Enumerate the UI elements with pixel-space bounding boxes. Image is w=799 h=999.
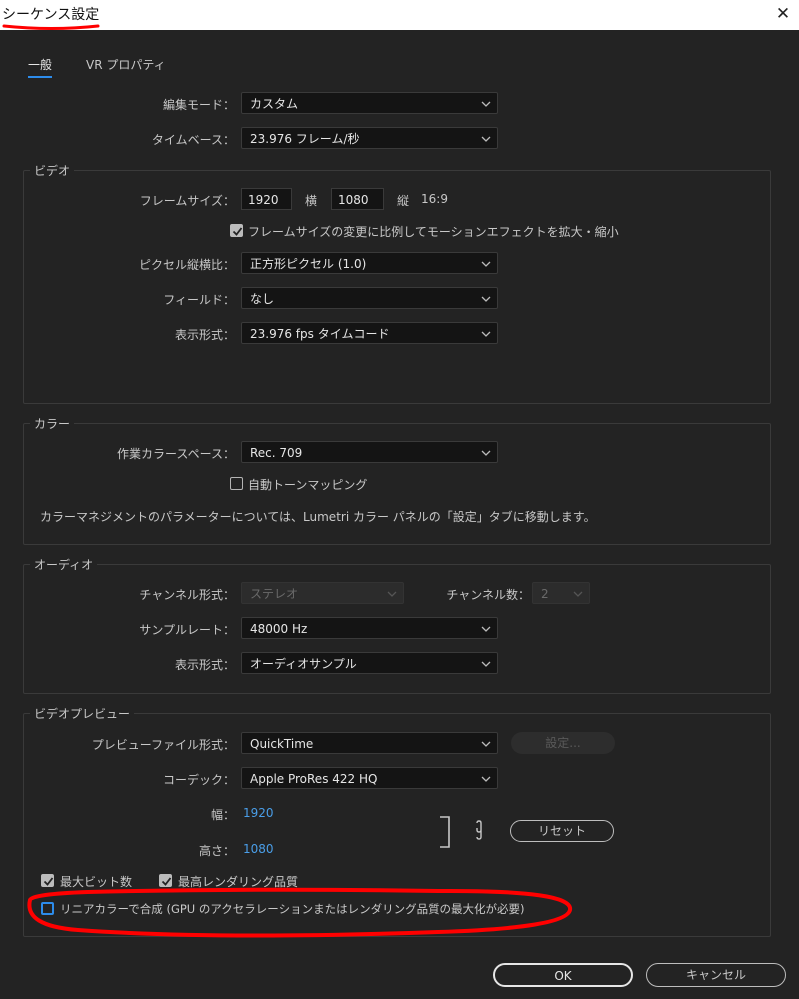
reset-button[interactable]: リセット [510, 820, 614, 842]
chevron-down-icon [481, 626, 491, 632]
working-color-space-label: 作業カラースペース： [117, 447, 235, 461]
scale-motion-checkbox[interactable] [230, 224, 243, 237]
preview-width-value[interactable]: 1920 [243, 806, 274, 820]
chevron-down-icon [387, 591, 397, 597]
vertical-label: 縦 [397, 194, 410, 208]
channel-count-value: 2 [541, 587, 549, 601]
video-display-format-dropdown[interactable]: 23.976 fps タイムコード [241, 322, 498, 344]
scale-motion-label[interactable]: フレームサイズの変更に比例してモーションエフェクトを拡大・縮小 [248, 223, 619, 240]
chevron-down-icon [481, 261, 491, 267]
preview-height-label: 高さ： [198, 844, 235, 858]
pixel-aspect-label: ピクセル縦横比： [138, 258, 235, 272]
audio-display-format-dropdown[interactable]: オーディオサンプル [241, 652, 498, 674]
frame-size-label: フレームサイズ： [139, 194, 235, 208]
fields-value: なし [250, 292, 275, 306]
ok-button[interactable]: OK [493, 963, 633, 987]
horizontal-label: 横 [305, 194, 318, 208]
video-preview-group-title: ビデオプレビュー [30, 705, 135, 722]
codec-value: Apple ProRes 422 HQ [250, 772, 378, 786]
preview-width-label: 幅： [210, 808, 235, 822]
audio-display-format-label: 表示形式： [174, 658, 235, 672]
audio-display-format-value: オーディオサンプル [250, 657, 357, 671]
timebase-dropdown[interactable]: 23.976 フレーム/秒 [241, 127, 498, 149]
channel-format-value: ステレオ [250, 587, 299, 601]
aspect-ratio-text: 16:9 [421, 192, 448, 206]
frame-width-input[interactable]: 1920 [241, 188, 292, 210]
auto-tone-mapping-checkbox[interactable] [230, 477, 243, 490]
timebase-label: タイムベース： [151, 133, 235, 147]
channel-format-label: チャンネル形式： [139, 588, 235, 602]
chevron-down-icon [481, 450, 491, 456]
tab-active-indicator [28, 76, 52, 78]
fields-dropdown[interactable]: なし [241, 287, 498, 309]
chevron-down-icon [481, 296, 491, 302]
video-group-title: ビデオ [30, 162, 75, 179]
working-color-space-dropdown[interactable]: Rec. 709 [241, 441, 498, 463]
edit-mode-label: 編集モード： [162, 98, 235, 112]
channel-count-dropdown: 2 [532, 582, 590, 604]
link-bracket [440, 816, 450, 848]
chevron-down-icon [481, 101, 491, 107]
pixel-aspect-dropdown[interactable]: 正方形ピクセル (1.0) [241, 252, 498, 274]
channel-format-dropdown: ステレオ [241, 582, 404, 604]
preview-file-format-value: QuickTime [250, 737, 314, 751]
working-color-space-value: Rec. 709 [250, 446, 303, 460]
audio-group-title: オーディオ [30, 556, 98, 573]
annotation-red-circle [27, 887, 573, 938]
color-management-note: カラーマネジメントのパラメーターについては、Lumetri カラー パネルの「設… [40, 510, 596, 524]
timebase-value: 23.976 フレーム/秒 [250, 132, 360, 146]
sample-rate-dropdown[interactable]: 48000 Hz [241, 617, 498, 639]
fields-label: フィールド： [163, 293, 235, 307]
edit-mode-dropdown[interactable]: カスタム [241, 92, 498, 114]
codec-label: コーデック： [162, 773, 235, 787]
video-display-format-label: 表示形式： [174, 328, 235, 342]
sample-rate-label: サンプルレート： [139, 623, 235, 637]
preview-file-format-label: プレビューファイル形式： [91, 738, 235, 752]
channel-count-label: チャンネル数： [446, 588, 530, 602]
tab-general[interactable]: 一般 [28, 56, 52, 73]
link-icon[interactable] [472, 820, 486, 840]
cancel-button[interactable]: キャンセル [646, 963, 786, 987]
edit-mode-value: カスタム [250, 97, 299, 111]
pixel-aspect-value: 正方形ピクセル (1.0) [250, 257, 367, 271]
chevron-down-icon [481, 776, 491, 782]
video-display-format-value: 23.976 fps タイムコード [250, 327, 390, 341]
title-bar [0, 0, 799, 30]
codec-dropdown[interactable]: Apple ProRes 422 HQ [241, 767, 498, 789]
chevron-down-icon [573, 591, 583, 597]
chevron-down-icon [481, 741, 491, 747]
title-annotation-underline [2, 24, 100, 30]
preview-settings-button: 設定... [511, 732, 615, 754]
check-icon [232, 227, 243, 236]
preview-height-value[interactable]: 1080 [243, 842, 274, 856]
sample-rate-value: 48000 Hz [250, 622, 308, 636]
frame-height-input[interactable]: 1080 [331, 188, 384, 210]
color-group-title: カラー [30, 415, 75, 432]
chevron-down-icon [481, 661, 491, 667]
tab-vr-properties[interactable]: VR プロパティ [86, 56, 166, 73]
preview-file-format-dropdown[interactable]: QuickTime [241, 732, 498, 754]
chevron-down-icon [481, 136, 491, 142]
auto-tone-mapping-label[interactable]: 自動トーンマッピング [248, 476, 367, 493]
close-icon[interactable]: ✕ [770, 2, 796, 26]
window-title: シーケンス設定 [2, 7, 100, 23]
chevron-down-icon [481, 331, 491, 337]
